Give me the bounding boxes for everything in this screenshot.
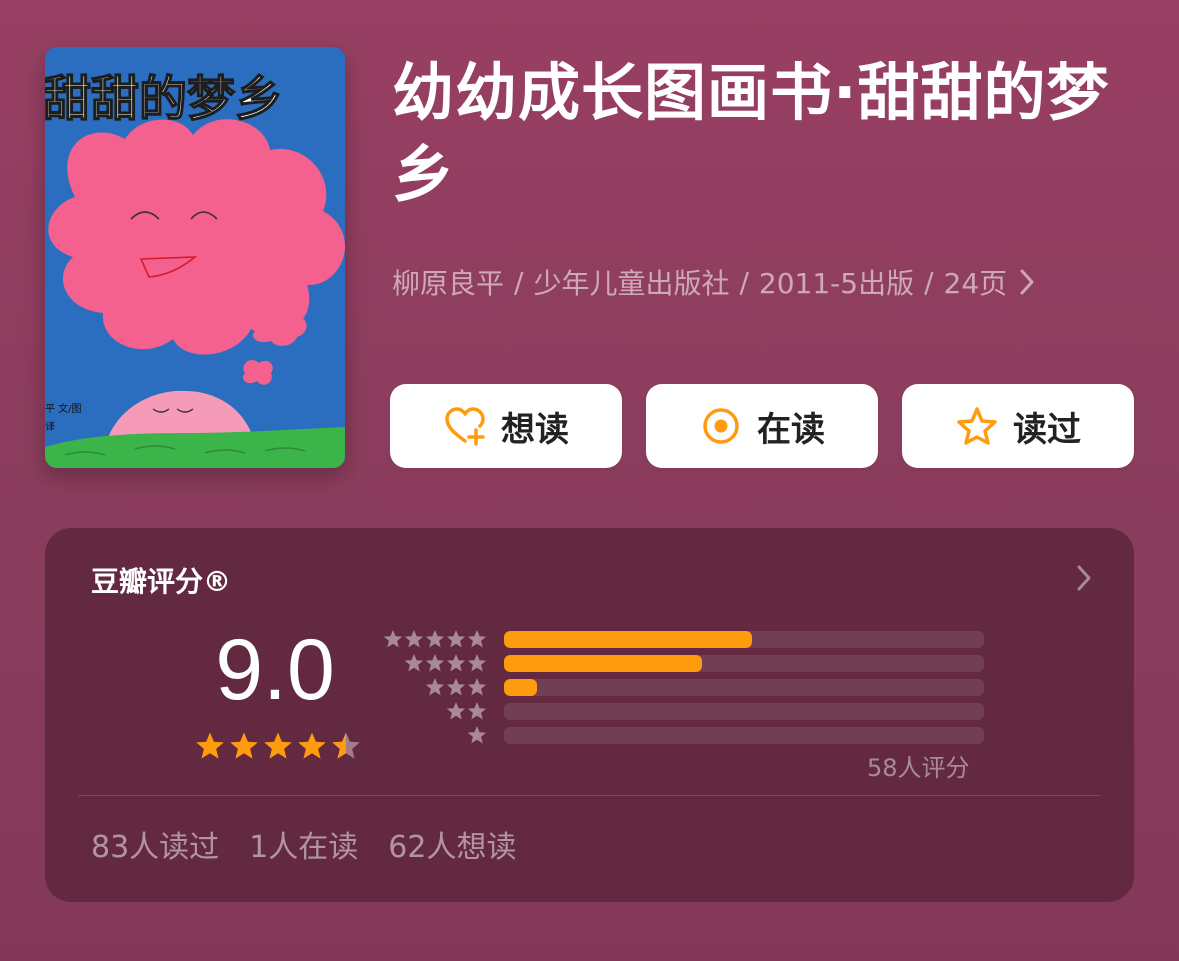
book-publisher: 少年儿童出版社 [533,267,730,300]
rating-card[interactable]: 豆瓣评分® 9.0 58人评分 83人读过 1人在读 62人想读 [45,528,1134,902]
want-to-read-label: 想读 [501,409,569,450]
small-star-icon [446,677,466,701]
small-star-icon [467,701,487,725]
small-star-icon [425,629,445,653]
have-read-button[interactable]: 读过 [902,384,1134,468]
meta-separator: / [514,265,524,299]
score-star [331,731,361,765]
book-publish-date: 2011-5出版 [758,267,915,300]
distribution-bar-fill [504,655,703,672]
score-star [263,731,293,765]
distribution-bar-track [504,727,984,744]
heart-plus-icon [443,404,487,448]
cover-translator: 译 [45,421,55,433]
book-meta[interactable]: 柳原良平 / 少年儿童出版社 / 2011-5出版 / 24页 [392,258,1035,306]
cover-illustration: 甜甜的梦乡 平 文/图 译 [45,47,345,468]
meta-separator: / [739,265,749,299]
book-pages: 24页 [943,267,1008,300]
distribution-bar-track [504,631,984,648]
score-star [229,731,259,765]
distribution-bar-track [504,703,984,720]
rating-score: 9.0 [215,622,335,718]
small-star-icon [404,629,424,653]
rating-title: 豆瓣评分® [91,565,232,598]
reader-stats: 83人读过 1人在读 62人想读 [91,822,516,866]
score-star [297,731,327,765]
book-author: 柳原良平 [392,267,505,300]
small-star-icon [383,629,403,653]
distribution-stars [425,677,487,701]
small-star-icon [446,629,466,653]
want-to-read-button[interactable]: 想读 [390,384,622,468]
read-count[interactable]: 83人读过 [91,822,219,866]
small-star-icon [446,701,466,725]
have-read-label: 读过 [1013,409,1081,450]
small-star-icon [467,653,487,677]
distribution-stars [383,629,487,653]
score-star [195,731,225,765]
distribution-bar-track [504,655,984,672]
dot-circle-icon [699,404,743,448]
cover-author: 平 文/图 [45,402,82,415]
meta-separator: / [924,265,934,299]
reading-button[interactable]: 在读 [646,384,878,468]
small-star-icon [425,677,445,701]
book-cover[interactable]: 甜甜的梦乡 平 文/图 译 [45,47,345,468]
divider [78,795,1101,796]
reading-count[interactable]: 1人在读 [249,822,358,866]
book-title: 幼幼成长图画书·甜甜的梦乡 [392,56,1110,211]
want-count[interactable]: 62人想读 [388,822,516,866]
chevron-right-icon [1019,268,1035,296]
small-star-icon [404,653,424,677]
distribution-bar-fill [504,631,753,648]
small-star-icon [446,653,466,677]
distribution-stars [467,725,487,749]
action-bar: 想读 在读 读过 [390,384,1134,468]
rating-votes: 58人评分 [867,754,970,782]
distribution-stars [404,653,487,677]
distribution-stars [446,701,487,725]
score-stars [195,731,361,765]
small-star-icon [467,725,487,749]
star-outline-icon [955,404,999,448]
distribution-bar-fill [504,679,538,696]
small-star-icon [425,653,445,677]
reading-label: 在读 [757,409,825,450]
cover-title: 甜甜的梦乡 [45,71,283,127]
small-star-icon [467,629,487,653]
distribution-bar-track [504,679,984,696]
chevron-right-icon [1076,564,1092,596]
small-star-icon [467,677,487,701]
